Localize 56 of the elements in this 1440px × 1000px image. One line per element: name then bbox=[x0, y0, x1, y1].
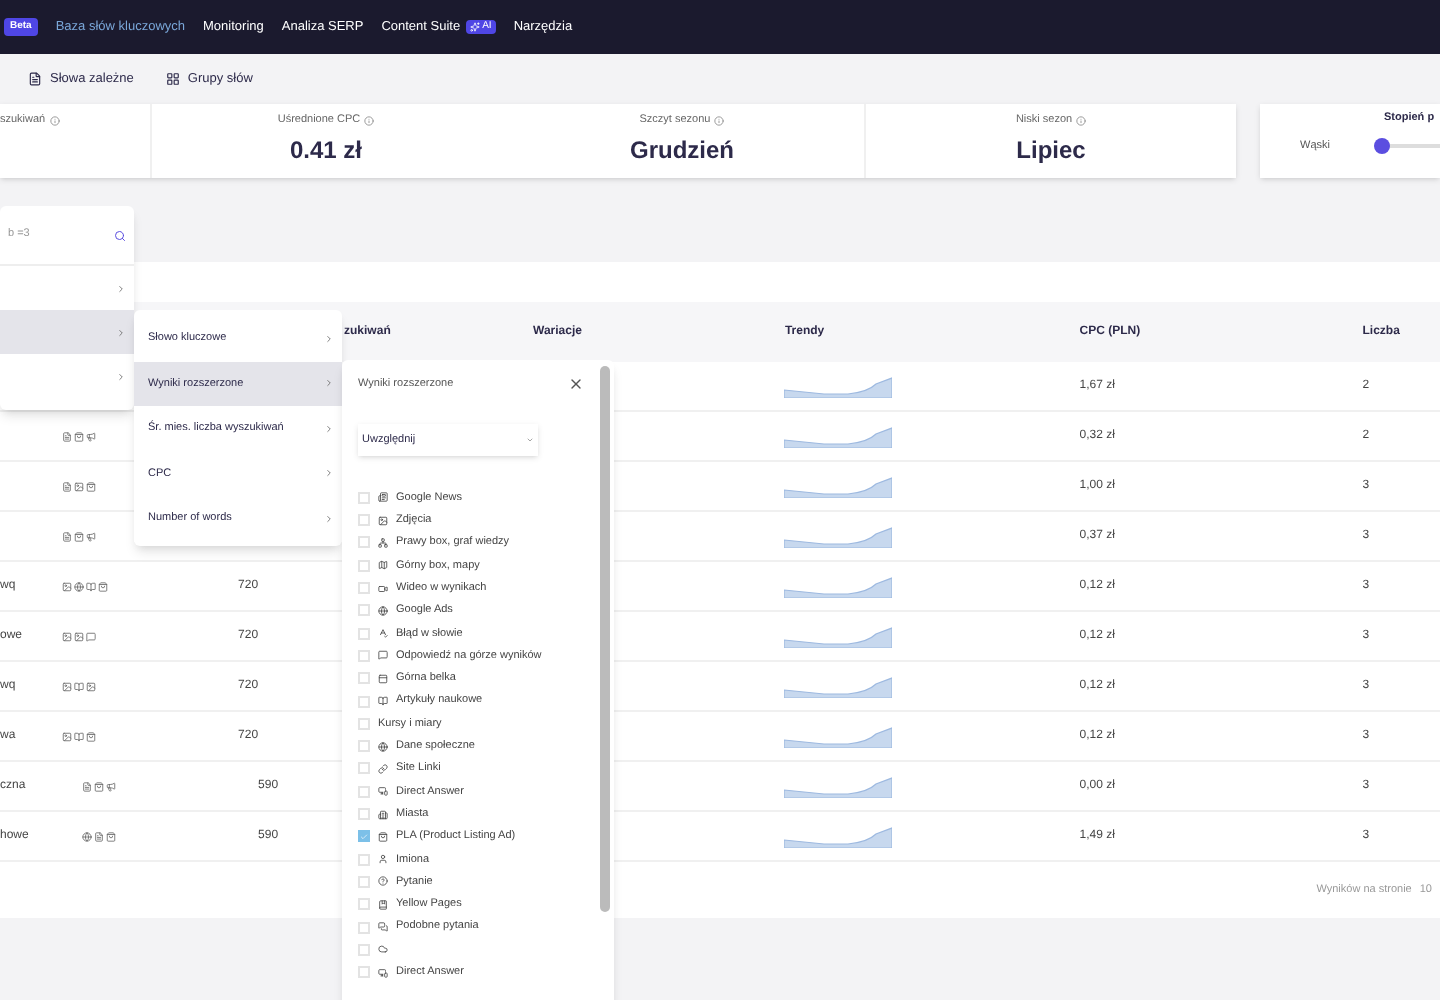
trend-sparkline bbox=[784, 374, 893, 398]
trend-sparkline bbox=[784, 824, 893, 848]
menu-item[interactable] bbox=[0, 266, 134, 310]
bookmark-icon bbox=[378, 899, 388, 910]
chevron-right-icon bbox=[324, 378, 334, 389]
chevron-right-icon bbox=[116, 371, 126, 381]
chevron-right-icon bbox=[116, 327, 126, 337]
book-icon bbox=[378, 696, 388, 707]
link-icon bbox=[378, 763, 388, 774]
document-icon bbox=[28, 72, 42, 86]
grid-icon bbox=[165, 72, 180, 86]
sparkle-icon bbox=[470, 22, 481, 32]
user-icon bbox=[378, 854, 388, 865]
trend-sparkline bbox=[784, 424, 893, 448]
panel-icon bbox=[378, 673, 388, 684]
trend-sparkline bbox=[784, 774, 893, 798]
close-button[interactable] bbox=[568, 376, 584, 393]
trend-sparkline bbox=[784, 524, 893, 548]
slider-thumb[interactable] bbox=[1373, 138, 1390, 155]
message-icon bbox=[378, 650, 388, 661]
info-icon bbox=[714, 115, 725, 126]
chevron-right-icon bbox=[324, 468, 334, 479]
chevron-right-icon bbox=[324, 513, 334, 524]
map-icon bbox=[378, 560, 388, 571]
menu-item[interactable] bbox=[0, 310, 134, 354]
search-icon bbox=[114, 229, 126, 241]
chat-icon bbox=[378, 922, 388, 933]
image-icon bbox=[378, 515, 388, 526]
stat-value: Grudzień bbox=[629, 134, 734, 169]
info-icon bbox=[1076, 115, 1087, 126]
cloud-icon bbox=[378, 944, 388, 955]
trend-sparkline bbox=[784, 574, 893, 598]
checkbox[interactable] bbox=[358, 830, 370, 843]
info-icon bbox=[49, 115, 60, 126]
network-icon bbox=[378, 537, 388, 548]
menu-item[interactable] bbox=[0, 354, 134, 398]
chevron-right-icon bbox=[324, 333, 334, 344]
info-icon bbox=[364, 115, 375, 126]
close-icon bbox=[568, 376, 584, 393]
help-icon bbox=[378, 876, 388, 887]
video-icon bbox=[378, 583, 388, 594]
stat-value: 0.41 zł bbox=[289, 134, 363, 169]
trend-sparkline bbox=[784, 624, 893, 648]
shopping-bag-icon bbox=[378, 831, 388, 842]
building-icon bbox=[378, 809, 388, 820]
chevron-right-icon bbox=[324, 423, 334, 434]
globe-icon bbox=[378, 741, 388, 752]
spellcheck-icon bbox=[378, 628, 388, 639]
newspaper-icon bbox=[378, 492, 388, 503]
chevron-right-icon bbox=[116, 283, 126, 293]
trend-sparkline bbox=[784, 724, 893, 748]
globe-icon bbox=[378, 605, 388, 616]
trend-sparkline bbox=[784, 474, 893, 498]
stat-value: Lipiec bbox=[1016, 134, 1086, 169]
trend-sparkline bbox=[784, 674, 893, 698]
check-icon bbox=[360, 831, 368, 842]
